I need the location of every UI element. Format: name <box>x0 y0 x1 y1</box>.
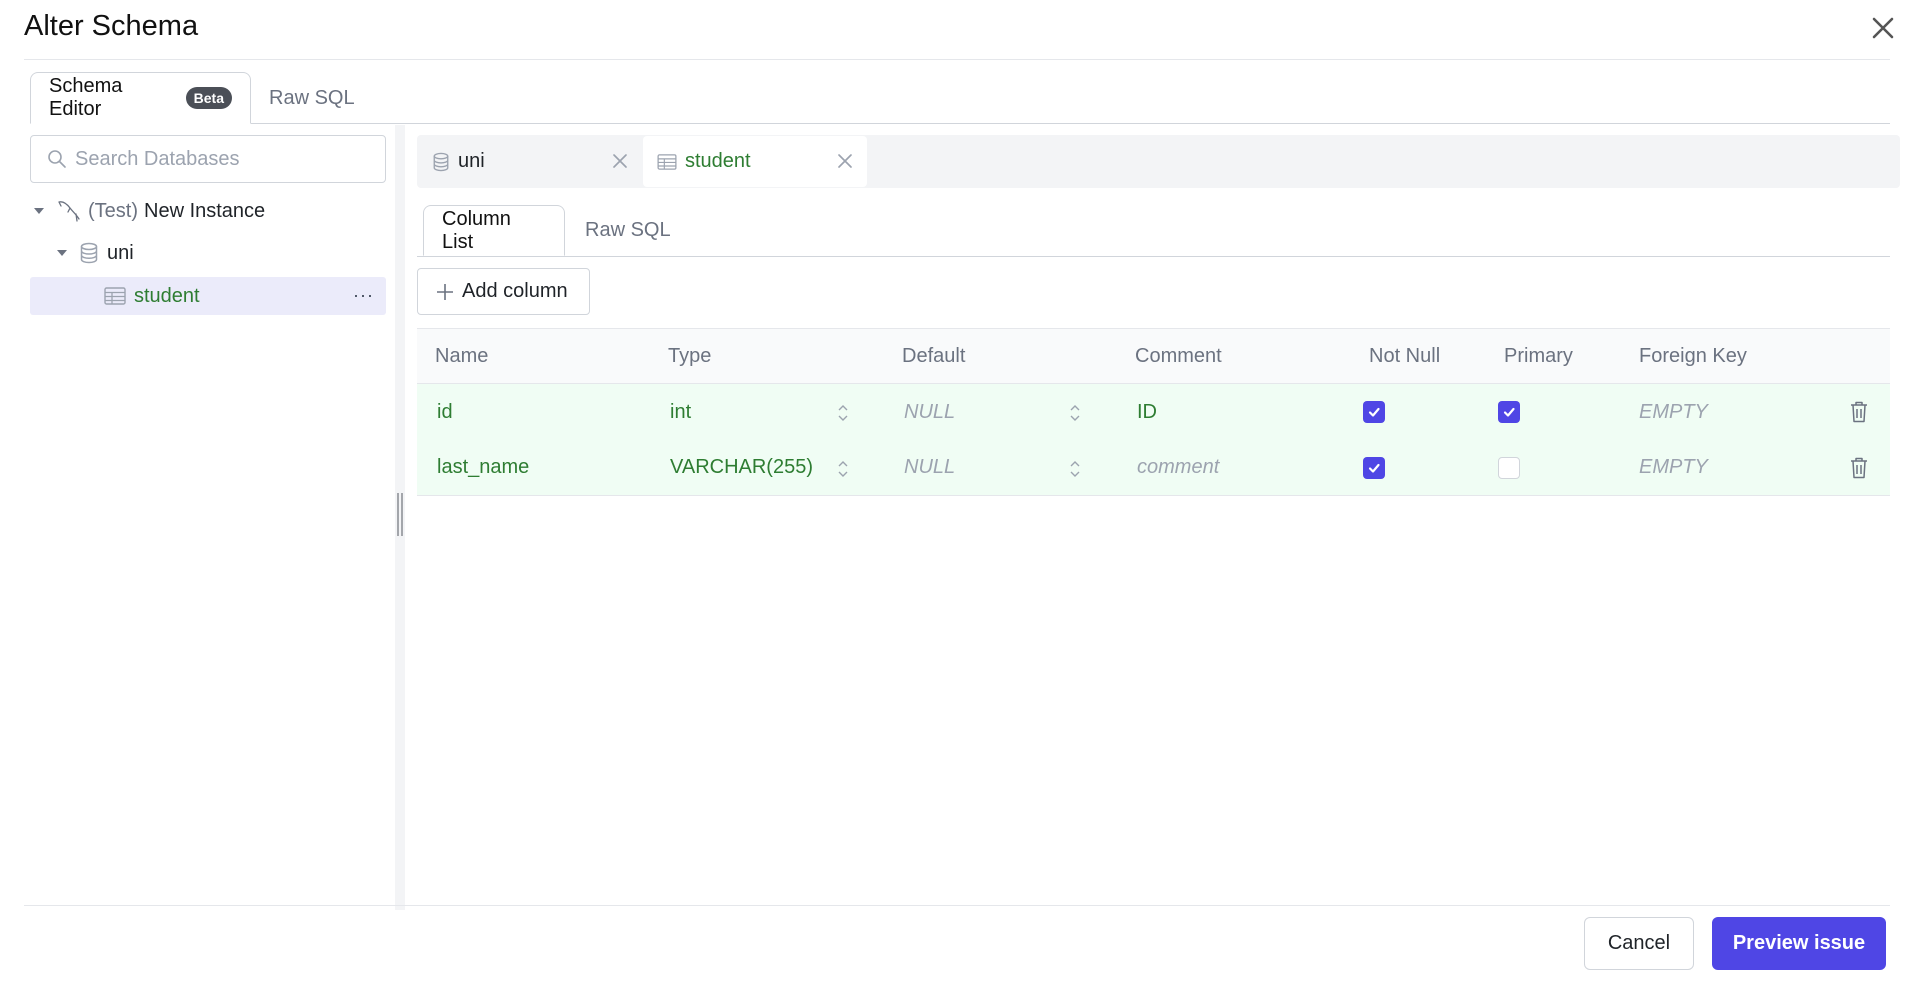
header-divider <box>24 59 1890 60</box>
mysql-dolphin-icon <box>58 201 80 222</box>
column-name-input[interactable]: id <box>437 384 453 440</box>
table-icon <box>657 153 677 170</box>
table-icon <box>104 287 126 305</box>
not-null-checkbox-cell <box>1363 384 1385 440</box>
tab-column-list[interactable]: Column List <box>423 205 565 256</box>
header-not-null: Not Null <box>1369 344 1441 367</box>
header-comment: Comment <box>1135 344 1222 367</box>
tab-raw-sql-inner[interactable]: Raw SQL <box>567 205 689 256</box>
header-primary: Primary <box>1504 344 1573 367</box>
column-table: Name Type Default Comment Not Null Prima… <box>417 328 1890 496</box>
primary-checkbox[interactable] <box>1498 401 1520 423</box>
cancel-button[interactable]: Cancel <box>1584 917 1694 970</box>
check-icon <box>1368 463 1380 473</box>
table-row: last_name VARCHAR(255) NULL comment EMPT… <box>417 440 1890 496</box>
tab-schema-editor-label: Schema Editor <box>49 75 123 120</box>
object-tab-uni[interactable]: uni <box>418 136 642 187</box>
column-default-select[interactable]: NULL <box>904 440 955 495</box>
close-tab-icon[interactable] <box>835 151 855 171</box>
close-button[interactable] <box>1868 13 1898 43</box>
close-tab-icon[interactable] <box>610 151 630 171</box>
tab-raw-sql-label: Raw SQL <box>269 86 355 109</box>
tab-schema-editor[interactable]: Schema Editor Beta <box>30 72 251 124</box>
caret-down-icon[interactable] <box>34 208 44 214</box>
database-name: uni <box>107 241 134 264</box>
chevron-up-down-icon[interactable] <box>836 459 850 479</box>
instance-environment: (Test) <box>88 199 138 222</box>
inner-tabs-divider <box>417 256 1890 257</box>
tab-raw-sql-inner-label: Raw SQL <box>585 219 671 241</box>
check-icon <box>1368 407 1380 417</box>
add-column-button[interactable]: Add column <box>417 268 590 315</box>
foreign-key-value[interactable]: EMPTY <box>1639 384 1708 440</box>
column-type-select[interactable]: VARCHAR(255) <box>670 440 813 495</box>
chevron-up-down-icon[interactable] <box>1068 459 1082 479</box>
column-name-input[interactable]: last_name <box>437 440 529 495</box>
tabs-divider <box>30 123 1890 124</box>
table-row: id int NULL ID EMPTY <box>417 384 1890 440</box>
not-null-checkbox[interactable] <box>1363 401 1385 423</box>
chevron-up-down-icon[interactable] <box>836 403 850 423</box>
splitter-handle[interactable] <box>397 493 403 536</box>
search-icon <box>48 150 66 168</box>
primary-checkbox[interactable] <box>1498 456 1520 479</box>
plus-icon <box>437 283 453 300</box>
foreign-key-value[interactable]: EMPTY <box>1639 440 1708 495</box>
search-databases-input[interactable] <box>75 147 365 171</box>
add-column-label: Add column <box>462 280 568 302</box>
trash-icon[interactable] <box>1849 400 1869 424</box>
primary-checkbox-cell <box>1498 440 1520 495</box>
object-tab-label: uni <box>458 150 485 172</box>
tree-item-table-student[interactable]: student ··· <box>30 277 386 315</box>
more-options-icon[interactable]: ··· <box>353 285 374 306</box>
header-default: Default <box>902 344 966 367</box>
footer-divider <box>24 905 1890 906</box>
trash-icon[interactable] <box>1849 456 1869 480</box>
primary-checkbox-cell <box>1498 384 1520 440</box>
column-comment-input[interactable]: comment <box>1137 440 1219 495</box>
not-null-checkbox-cell <box>1363 440 1385 495</box>
table-body: id int NULL ID EMPTY last_name VARCHAR(2… <box>417 384 1890 496</box>
table-header: Name Type Default Comment Not Null Prima… <box>417 328 1890 384</box>
beta-badge: Beta <box>185 87 232 109</box>
object-tab-label: student <box>685 150 751 172</box>
tab-raw-sql[interactable]: Raw SQL <box>251 72 373 124</box>
caret-down-icon[interactable] <box>57 250 67 256</box>
tree-item-database-uni[interactable]: uni <box>57 234 134 272</box>
instance-name: New Instance <box>144 199 266 222</box>
tree-item-instance[interactable]: (Test) New Instance <box>34 192 265 230</box>
object-tab-student[interactable]: student <box>643 136 867 187</box>
not-null-checkbox[interactable] <box>1363 456 1385 479</box>
database-icon <box>433 152 449 171</box>
chevron-up-down-icon[interactable] <box>1068 403 1082 423</box>
header-foreign-key: Foreign Key <box>1639 344 1747 367</box>
table-name: student <box>134 284 200 307</box>
column-type-select[interactable]: int <box>670 384 691 440</box>
column-comment-input[interactable]: ID <box>1137 384 1157 440</box>
column-default-select[interactable]: NULL <box>904 384 955 440</box>
preview-issue-button[interactable]: Preview issue <box>1712 917 1886 970</box>
header-name: Name <box>435 344 489 367</box>
header-type: Type <box>668 344 712 367</box>
check-icon <box>1503 407 1515 417</box>
dialog-title: Alter Schema <box>24 10 199 42</box>
tab-column-list-label: Column List <box>442 207 511 253</box>
close-icon <box>1872 17 1894 39</box>
database-icon <box>80 242 98 264</box>
search-databases-field[interactable] <box>30 135 386 183</box>
